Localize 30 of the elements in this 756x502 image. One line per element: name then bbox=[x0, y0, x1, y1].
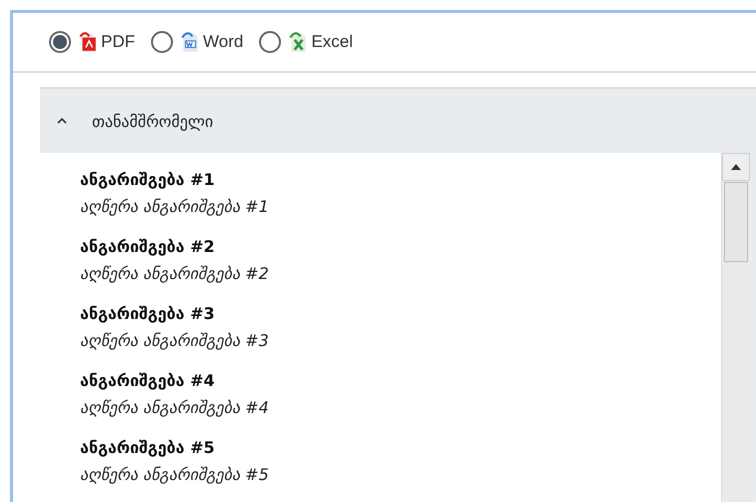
format-option[interactable]: Word bbox=[151, 31, 244, 53]
radio-button[interactable] bbox=[49, 31, 71, 53]
panel-header[interactable]: თანამშრომელი bbox=[40, 89, 756, 153]
scroll-up-button[interactable] bbox=[722, 153, 750, 181]
report-title: ანგარიშგება #2 bbox=[80, 236, 216, 258]
up-arrow-icon bbox=[731, 164, 741, 170]
word-file-icon bbox=[180, 31, 200, 53]
report-item[interactable]: ანგარიშგება #3 აღწერა ანგარიშგება #3 bbox=[80, 301, 721, 368]
report-description: აღწერა ანგარიშგება #3 bbox=[80, 330, 270, 352]
report-item[interactable]: ანგარიშგება #1 აღწერა ანგარიშგება #1 bbox=[80, 167, 721, 234]
radio-button[interactable] bbox=[259, 31, 282, 53]
report-item[interactable]: ანგარიშგება #4 აღწერა ანგარიშგება #4 bbox=[80, 368, 721, 435]
report-item[interactable]: ანგარიშგება #5 აღწერა ანგარიშგება #5 bbox=[80, 435, 721, 502]
report-description: აღწერა ანგარიშგება #2 bbox=[80, 263, 270, 285]
report-description: აღწერა ანგარიშგება #1 bbox=[80, 196, 270, 218]
report-item[interactable]: ანგარიშგება #2 აღწერა ანგარიშგება #2 bbox=[80, 234, 721, 301]
panel-title: თანამშრომელი bbox=[92, 112, 214, 130]
format-option[interactable]: Excel bbox=[259, 31, 353, 53]
excel-file-icon bbox=[288, 31, 308, 53]
report-title: ანგარიშგება #1 bbox=[80, 169, 216, 191]
report-title: ანგარიშგება #5 bbox=[80, 437, 216, 459]
scroll-thumb[interactable] bbox=[724, 182, 748, 262]
report-title: ანგარიშგება #4 bbox=[80, 370, 216, 392]
pdf-file-icon bbox=[78, 31, 98, 53]
report-title: ანგარიშგება #3 bbox=[80, 303, 216, 325]
report-description: აღწერა ანგარიშგება #5 bbox=[80, 464, 270, 486]
radio-button[interactable] bbox=[151, 31, 173, 53]
format-option[interactable]: PDF bbox=[49, 31, 135, 53]
report-description: აღწერა ანგარიშგება #4 bbox=[80, 397, 270, 419]
scrollbar[interactable] bbox=[721, 153, 750, 502]
